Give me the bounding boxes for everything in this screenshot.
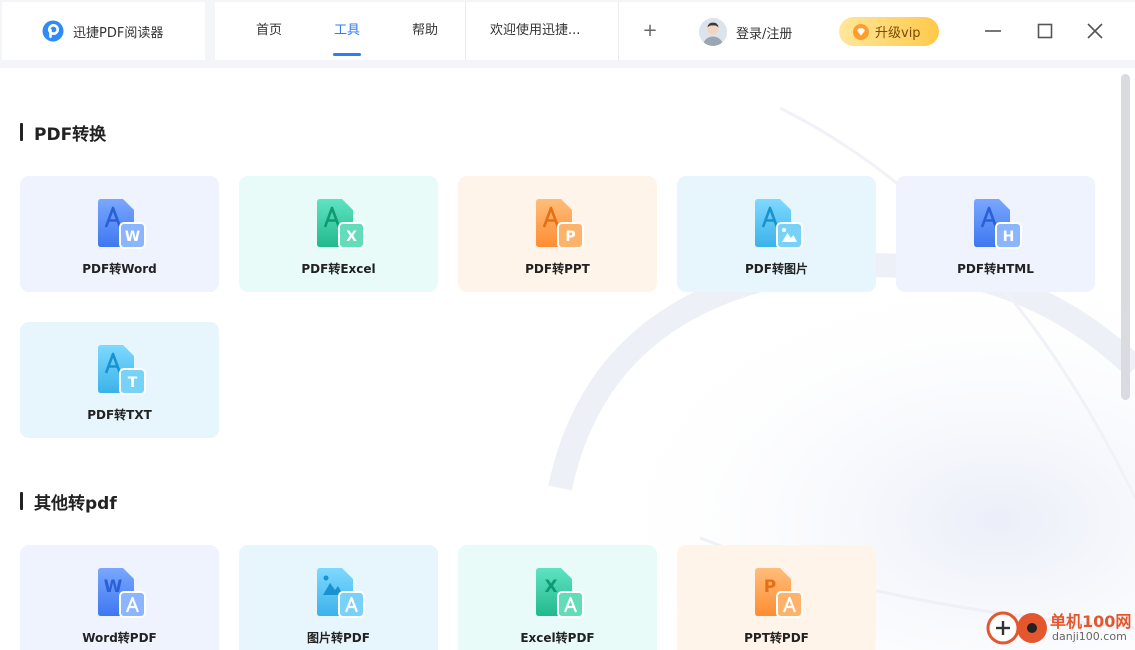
- badge-letter: P: [764, 577, 776, 597]
- tool-card-label: PDF转PPT: [525, 262, 590, 276]
- login-label: 登录/注册: [736, 26, 793, 42]
- tool-card-label: PPT转PDF: [744, 631, 809, 645]
- tool-card-pdf-to-image[interactable]: PDF转图片: [677, 176, 876, 292]
- badge-letter: W: [125, 229, 140, 245]
- pdf-to-ppt-icon: P: [536, 199, 584, 249]
- tool-card-label: PDF转Excel: [301, 262, 376, 276]
- badge-letter: X: [346, 229, 357, 245]
- active-tab-indicator: [333, 53, 361, 56]
- tool-card-label: PDF转TXT: [87, 408, 152, 422]
- badge-letter: X: [544, 577, 557, 597]
- tool-card-ppt-to-pdf[interactable]: P PPT转PDF: [677, 545, 876, 650]
- tool-card-pdf-to-html[interactable]: H PDF转HTML: [896, 176, 1095, 292]
- excel-to-pdf-icon: X: [536, 568, 584, 618]
- section-title-text: PDF转换: [34, 124, 107, 145]
- section-title-other-to-pdf: 其他转pdf: [20, 490, 117, 514]
- ppt-to-pdf-icon: P: [755, 568, 803, 618]
- section-marker: [20, 123, 23, 141]
- login-button[interactable]: 登录/注册: [699, 17, 792, 47]
- tool-card-excel-to-pdf[interactable]: X Excel转PDF: [458, 545, 657, 650]
- upgrade-vip-button[interactable]: 升级vip: [839, 17, 939, 46]
- tab-document-label: 欢迎使用迅捷...: [490, 23, 581, 38]
- app-logo-icon: [42, 20, 64, 42]
- tab-tools[interactable]: 工具: [323, 2, 371, 60]
- tab-home[interactable]: 首页: [245, 2, 293, 60]
- tool-card-image-to-pdf[interactable]: 图片转PDF: [239, 545, 438, 650]
- image-to-pdf-icon: [317, 568, 365, 618]
- tool-card-label: PDF转HTML: [957, 262, 1034, 276]
- new-tab-button[interactable]: +: [642, 20, 658, 42]
- tool-card-pdf-to-word[interactable]: W PDF转Word: [20, 176, 219, 292]
- tool-card-pdf-to-excel[interactable]: X PDF转Excel: [239, 176, 438, 292]
- app-title: 迅捷PDF阅读器: [73, 25, 164, 41]
- pdf-to-excel-icon: X: [317, 199, 365, 249]
- watermark-name: 单机100网: [1050, 612, 1132, 631]
- tool-card-pdf-to-ppt[interactable]: P PDF转PPT: [458, 176, 657, 292]
- badge-letter: P: [565, 229, 575, 245]
- minimize-icon[interactable]: [981, 19, 1005, 43]
- tab-help[interactable]: 帮助: [401, 2, 449, 60]
- avatar: [699, 18, 727, 46]
- pdf-to-word-icon: W: [98, 199, 146, 249]
- tool-card-word-to-pdf[interactable]: W Word转PDF: [20, 545, 219, 650]
- section-marker: [20, 492, 23, 510]
- tool-card-pdf-to-txt[interactable]: T PDF转TXT: [20, 322, 219, 438]
- pdf-to-txt-icon: T: [98, 345, 146, 395]
- vip-label: 升级vip: [875, 26, 921, 41]
- word-to-pdf-icon: W: [98, 568, 146, 618]
- pdf-to-image-icon: [755, 199, 803, 249]
- app-brand: 迅捷PDF阅读器: [2, 2, 205, 60]
- badge-letter: T: [128, 375, 138, 391]
- diamond-icon: [853, 23, 869, 40]
- user-avatar-icon: [699, 18, 727, 46]
- tool-card-label: 图片转PDF: [307, 631, 370, 645]
- tab-help-label: 帮助: [411, 23, 438, 38]
- tool-card-label: Excel转PDF: [520, 631, 595, 645]
- title-bar: 迅捷PDF阅读器 首页 工具 帮助 欢迎使用迅捷... + 登录/注册 升级vi…: [0, 0, 1135, 62]
- close-icon[interactable]: [1083, 19, 1107, 43]
- section-title-pdf-convert: PDF转换: [20, 121, 107, 145]
- tab-home-label: 首页: [255, 23, 282, 38]
- tab-bar: 首页 工具 帮助 欢迎使用迅捷... + 登录/注册 升级vip: [215, 2, 1135, 60]
- tools-panel: PDF转换 W PDF转Word X PDF转Excel P PDF转PPT P…: [0, 68, 1135, 650]
- tool-card-label: PDF转图片: [745, 262, 808, 276]
- section-title-text: 其他转pdf: [34, 493, 117, 514]
- tab-tools-label: 工具: [333, 23, 360, 38]
- maximize-icon[interactable]: [1033, 19, 1057, 43]
- vertical-scrollbar[interactable]: [1121, 74, 1130, 400]
- badge-letter: H: [1003, 229, 1015, 245]
- pdf-to-html-icon: H: [974, 199, 1022, 249]
- tool-card-label: PDF转Word: [82, 262, 157, 276]
- tab-document-welcome[interactable]: 欢迎使用迅捷...: [465, 2, 619, 60]
- tool-card-label: Word转PDF: [82, 631, 157, 645]
- watermark-url: danji100.com: [1052, 630, 1127, 643]
